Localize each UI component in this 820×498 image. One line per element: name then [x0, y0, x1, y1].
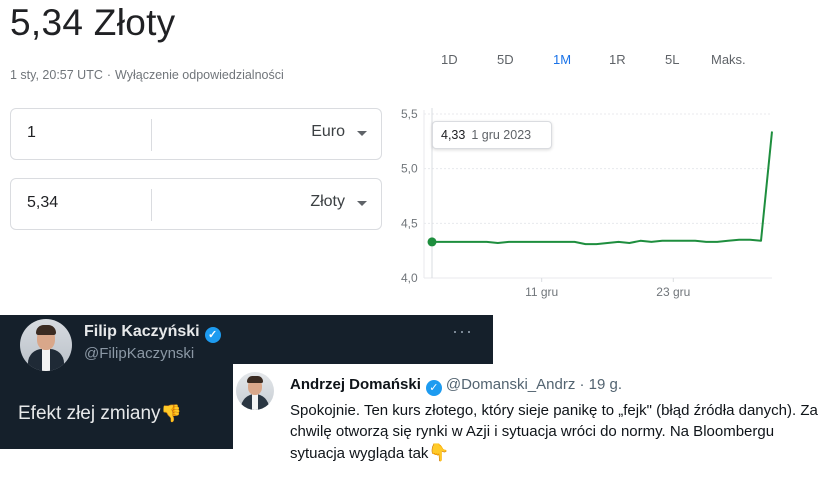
pointing-down-icon: 👇 — [428, 443, 450, 462]
verified-badge-icon: ✓ — [204, 327, 221, 343]
range-1m[interactable]: 1M — [542, 47, 582, 71]
y-tick-label: 4,0 — [401, 271, 418, 285]
tweet-time[interactable]: · 19 g. — [580, 376, 623, 393]
tweet-card-light[interactable]: Andrzej Domański ✓ @Domanski_Andrz · 19 g.… — [233, 364, 820, 498]
field-divider — [151, 189, 152, 221]
more-options-icon[interactable]: ··· — [452, 321, 473, 342]
thumbs-down-icon: 👎 — [160, 404, 182, 423]
chart-tooltip: 4,33 1 gru 2023 — [432, 121, 552, 149]
tweet-header: Andrzej Domański ✓ @Domanski_Andrz · 19 g. — [290, 376, 622, 396]
from-amount-input[interactable]: 1 — [27, 124, 36, 142]
data-point — [427, 237, 437, 247]
tooltip-date: 1 gru 2023 — [471, 128, 532, 142]
field-divider — [151, 119, 152, 151]
avatar[interactable] — [236, 372, 274, 410]
x-tick-label: 11 gru — [525, 285, 558, 299]
avatar[interactable] — [20, 319, 72, 371]
y-tick-label: 4,5 — [401, 216, 418, 230]
author-name[interactable]: Filip Kaczyński ✓ — [84, 323, 221, 343]
to-currency-select[interactable]: Złoty — [310, 193, 345, 211]
to-amount-input[interactable]: 5,34 — [27, 194, 58, 212]
chevron-down-icon[interactable] — [357, 131, 367, 136]
tweet-text: Efekt złej zmiany👎 — [18, 403, 182, 425]
range-1d[interactable]: 1D — [441, 52, 458, 67]
rate-timestamp: 1 sty, 20:57 UTC — [10, 68, 103, 82]
range-5d[interactable]: 5D — [497, 52, 514, 67]
author-name-text[interactable]: Filip Kaczyński — [84, 323, 200, 340]
verified-badge-icon: ✓ — [425, 380, 442, 396]
meta-separator: · — [106, 68, 112, 82]
y-tick-label: 5,5 — [401, 107, 418, 121]
range-max[interactable]: Maks. — [711, 52, 746, 67]
author-handle[interactable]: @FilipKaczynski — [84, 345, 194, 362]
author-name[interactable]: Andrzej Domański — [290, 376, 421, 393]
to-currency-row: 5,34 Złoty — [10, 178, 382, 230]
tweet-text: Spokojnie. Ten kurs złotego, który sieje… — [290, 400, 818, 464]
rate-meta: 1 sty, 20:57 UTC · Wyłączenie odpowiedzial… — [10, 68, 284, 82]
tooltip-value: 4,33 — [441, 128, 466, 142]
range-1r[interactable]: 1R — [609, 52, 626, 67]
converted-rate-headline: 5,34 Złoty — [10, 2, 176, 43]
tweet-body: Efekt złej zmiany — [18, 403, 161, 424]
chevron-down-icon[interactable] — [357, 201, 367, 206]
disclaimer-link[interactable]: Wyłączenie odpowiedzialności — [115, 68, 284, 82]
from-currency-select[interactable]: Euro — [311, 123, 345, 141]
author-handle[interactable]: @Domanski_Andrz — [446, 376, 575, 393]
from-currency-row: 1 Euro — [10, 108, 382, 160]
y-tick-label: 5,0 — [401, 162, 418, 176]
range-5l[interactable]: 5L — [665, 52, 679, 67]
x-tick-label: 23 gru — [656, 285, 690, 299]
tweet-body: Spokojnie. Ten kurs złotego, który sieje… — [290, 402, 818, 462]
